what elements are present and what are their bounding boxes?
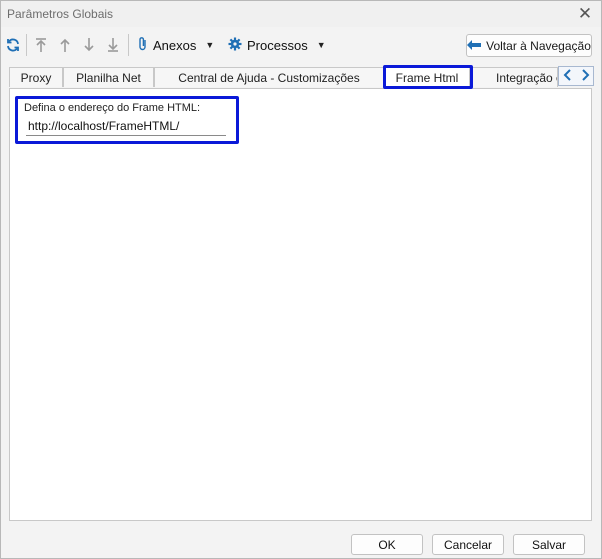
move-up-icon[interactable] <box>56 35 74 55</box>
back-arrow-icon <box>467 39 482 53</box>
close-icon[interactable]: ✕ <box>575 4 595 24</box>
toolbar-separator <box>26 34 27 56</box>
frame-html-field-highlight <box>15 96 239 144</box>
processos-label: Processos <box>247 37 308 53</box>
title-bar: Parâmetros Globais ✕ <box>1 1 601 27</box>
tab-integracao[interactable]: Integração c <box>470 67 558 87</box>
tab-planilha-net[interactable]: Planilha Net <box>63 67 154 87</box>
processos-menu[interactable]: Processos ▼ <box>228 34 326 56</box>
dialog-footer: OK Cancelar Salvar <box>1 523 601 558</box>
dialog-window: Parâmetros Globais ✕ Anexos ▼ Processos … <box>0 0 602 559</box>
toolbar-separator <box>128 34 129 56</box>
tab-central-de-ajuda[interactable]: Central de Ajuda - Customizações <box>154 67 384 87</box>
anexos-menu[interactable]: Anexos ▼ <box>138 34 214 56</box>
tab-content-panel <box>9 88 592 521</box>
move-first-icon[interactable] <box>32 35 50 55</box>
paperclip-icon <box>138 36 148 54</box>
cancel-button[interactable]: Cancelar <box>432 534 504 555</box>
anexos-label: Anexos <box>153 37 197 53</box>
tab-scroll-left-icon[interactable] <box>563 68 573 84</box>
back-to-navigation-button[interactable]: Voltar à Navegação <box>466 34 592 57</box>
ok-button[interactable]: OK <box>351 534 423 555</box>
save-button[interactable]: Salvar <box>513 534 585 555</box>
tab-bar: Proxy Planilha Net Central de Ajuda - Cu… <box>9 65 594 89</box>
back-to-navigation-label: Voltar à Navegação <box>486 38 591 53</box>
tab-scroll-right-icon[interactable] <box>580 68 590 84</box>
frame-html-tab-highlight <box>383 65 473 89</box>
window-title: Parâmetros Globais <box>7 7 114 21</box>
chevron-down-icon: ▼ <box>205 40 215 50</box>
move-last-icon[interactable] <box>104 35 122 55</box>
gear-icon <box>228 37 242 54</box>
tab-scroll-buttons <box>558 66 594 86</box>
toolbar: Anexos ▼ Processos ▼ Voltar à Navegação <box>1 29 601 61</box>
chevron-down-icon: ▼ <box>316 40 326 50</box>
tab-proxy[interactable]: Proxy <box>9 67 63 87</box>
move-down-icon[interactable] <box>80 35 98 55</box>
refresh-icon[interactable] <box>4 35 22 55</box>
